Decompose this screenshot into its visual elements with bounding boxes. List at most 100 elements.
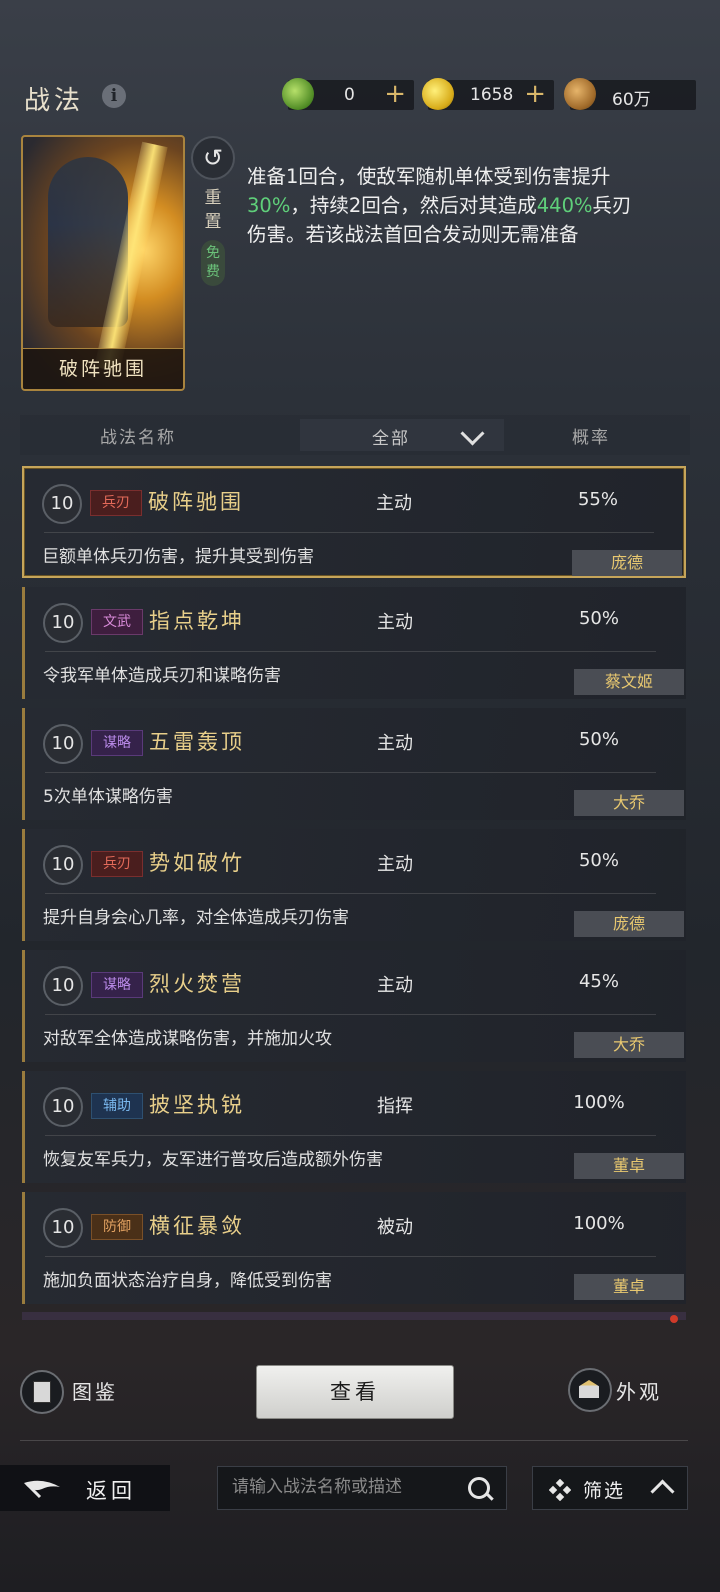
skill-type-tag: 谋略 (91, 972, 143, 998)
copper-resource: 60万 (564, 78, 696, 110)
jade-coin-icon (282, 78, 314, 110)
notification-dot (670, 1315, 678, 1323)
search-bar (217, 1466, 507, 1510)
row-divider (45, 651, 656, 652)
jade-resource: 0 + (282, 78, 414, 110)
type-filter-dropdown[interactable]: 全部 (300, 419, 504, 451)
hero-badge[interactable]: 大乔 (574, 790, 684, 816)
copper-coin-icon (564, 78, 596, 110)
row-divider (45, 1135, 656, 1136)
skill-probability: 50% (578, 850, 619, 871)
row-divider (45, 772, 656, 773)
skill-name: 烈火焚营 (149, 972, 245, 996)
skill-summary: 对敌军全体造成谋略伤害，并施加火攻 (43, 1029, 332, 1049)
table-header: 战法名称 全部 概率 (20, 415, 690, 455)
skill-probability: 50% (578, 729, 619, 750)
skill-name: 指点乾坤 (149, 609, 245, 633)
skill-description: 准备1回合，使敌军随机单体受到伤害提升30%，持续2回合，然后对其造成440%兵… (247, 165, 632, 246)
codex-button[interactable]: 图鉴 (72, 1376, 118, 1405)
row-divider (45, 1014, 656, 1015)
hero-badge[interactable]: 董卓 (574, 1274, 684, 1300)
gold-amount: 1658 (470, 85, 514, 105)
row-divider (44, 532, 654, 533)
skill-type-tag: 兵刃 (91, 851, 143, 877)
list-item[interactable]: 10 辅助 披坚执锐 指挥 100% 恢复友军兵力，友军进行普攻后造成额外伤害 董卓 (22, 1071, 686, 1183)
reset-icon[interactable]: ↺ (191, 136, 235, 180)
skill-type-tag: 防御 (91, 1214, 143, 1240)
skill-name: 势如破竹 (149, 851, 245, 875)
reset-label[interactable]: 重置 (191, 186, 235, 234)
hero-badge[interactable]: 庞德 (574, 911, 684, 937)
hero-badge[interactable]: 大乔 (574, 1032, 684, 1058)
skill-name: 披坚执锐 (149, 1093, 245, 1117)
info-icon[interactable]: i (102, 84, 126, 108)
skill-level: 10 (42, 484, 82, 524)
skill-type-tag: 文武 (91, 609, 143, 635)
skill-level: 10 (43, 1208, 83, 1248)
skill-summary: 巨额单体兵刃伤害，提升其受到伤害 (42, 547, 314, 567)
skill-summary: 恢复友军兵力，友军进行普攻后造成额外伤害 (43, 1150, 383, 1170)
skill-card-name: 破阵驰围 (23, 348, 183, 389)
row-divider (45, 893, 656, 894)
chevron-down-icon (460, 421, 485, 446)
list-item[interactable]: 10 兵刃 破阵驰围 主动 55% 巨额单体兵刃伤害，提升其受到伤害 庞德 (22, 466, 686, 578)
hero-badge[interactable]: 董卓 (574, 1153, 684, 1179)
list-item[interactable]: 10 兵刃 势如破竹 主动 50% 提升自身会心几率，对全体造成兵刃伤害 庞德 (22, 829, 686, 941)
back-arrow-icon (24, 1480, 60, 1499)
appearance-button[interactable]: 外观 (616, 1376, 662, 1405)
skill-type-tag: 辅助 (91, 1093, 143, 1119)
skill-level: 10 (43, 966, 83, 1006)
divider (20, 1440, 688, 1441)
jade-amount: 0 (344, 85, 355, 105)
skill-activation: 主动 (377, 975, 413, 996)
add-gold-button[interactable]: + (524, 79, 546, 109)
search-input[interactable] (230, 1476, 454, 1498)
skill-activation: 主动 (377, 854, 413, 875)
skill-summary: 提升自身会心几率，对全体造成兵刃伤害 (43, 908, 349, 928)
codex-icon[interactable] (20, 1370, 64, 1414)
skill-name: 五雷轰顶 (149, 730, 245, 754)
chevron-up-icon (650, 1479, 675, 1504)
skill-activation: 主动 (377, 733, 413, 754)
page-title: 战法 (24, 86, 85, 116)
free-badge: 免费 (201, 240, 225, 286)
skill-activation: 被动 (377, 1217, 413, 1238)
row-divider (45, 1256, 656, 1257)
probability-column-header: 概率 (572, 428, 610, 448)
list-item[interactable]: 10 防御 横征暴敛 被动 100% 施加负面状态治疗自身，降低受到伤害 董卓 (22, 1192, 686, 1304)
search-icon[interactable] (468, 1477, 490, 1499)
name-column-header: 战法名称 (100, 428, 176, 448)
skill-level: 10 (43, 1087, 83, 1127)
hero-badge[interactable]: 庞德 (572, 550, 682, 576)
skill-name: 横征暴敛 (149, 1214, 245, 1238)
skill-summary: 5次单体谋略伤害 (43, 787, 173, 807)
skill-activation: 主动 (377, 612, 413, 633)
skill-probability: 100% (573, 1092, 625, 1113)
list-item-partial[interactable] (22, 1312, 686, 1320)
skill-probability: 45% (578, 971, 619, 992)
add-jade-button[interactable]: + (384, 79, 406, 109)
view-button[interactable]: 查看 (256, 1365, 454, 1419)
skill-probability: 55% (577, 489, 618, 510)
skill-card: 破阵驰围 (21, 135, 185, 391)
filter-icon (549, 1479, 571, 1501)
filter-button[interactable]: 筛选 (532, 1466, 688, 1510)
list-item[interactable]: 10 文武 指点乾坤 主动 50% 令我军单体造成兵刃和谋略伤害 蔡文姬 (22, 587, 686, 699)
list-item[interactable]: 10 谋略 烈火焚营 主动 45% 对敌军全体造成谋略伤害，并施加火攻 大乔 (22, 950, 686, 1062)
gold-resource: 1658 + (422, 78, 554, 110)
back-button[interactable]: 返回 (0, 1465, 170, 1511)
skill-activation: 指挥 (377, 1096, 413, 1117)
skill-activation: 主动 (376, 493, 412, 514)
skill-type-tag: 兵刃 (90, 490, 142, 516)
skill-summary: 令我军单体造成兵刃和谋略伤害 (43, 666, 281, 686)
skill-level: 10 (43, 603, 83, 643)
skill-level: 10 (43, 724, 83, 764)
skill-probability: 100% (573, 1213, 625, 1234)
skill-summary: 施加负面状态治疗自身，降低受到伤害 (43, 1271, 332, 1291)
list-item[interactable]: 10 谋略 五雷轰顶 主动 50% 5次单体谋略伤害 大乔 (22, 708, 686, 820)
appearance-icon[interactable] (568, 1368, 612, 1412)
skill-level: 10 (43, 845, 83, 885)
reset-panel: ↺ 重置 免费 (191, 136, 235, 286)
hero-badge[interactable]: 蔡文姬 (574, 669, 684, 695)
copper-amount: 60万 (612, 90, 651, 110)
